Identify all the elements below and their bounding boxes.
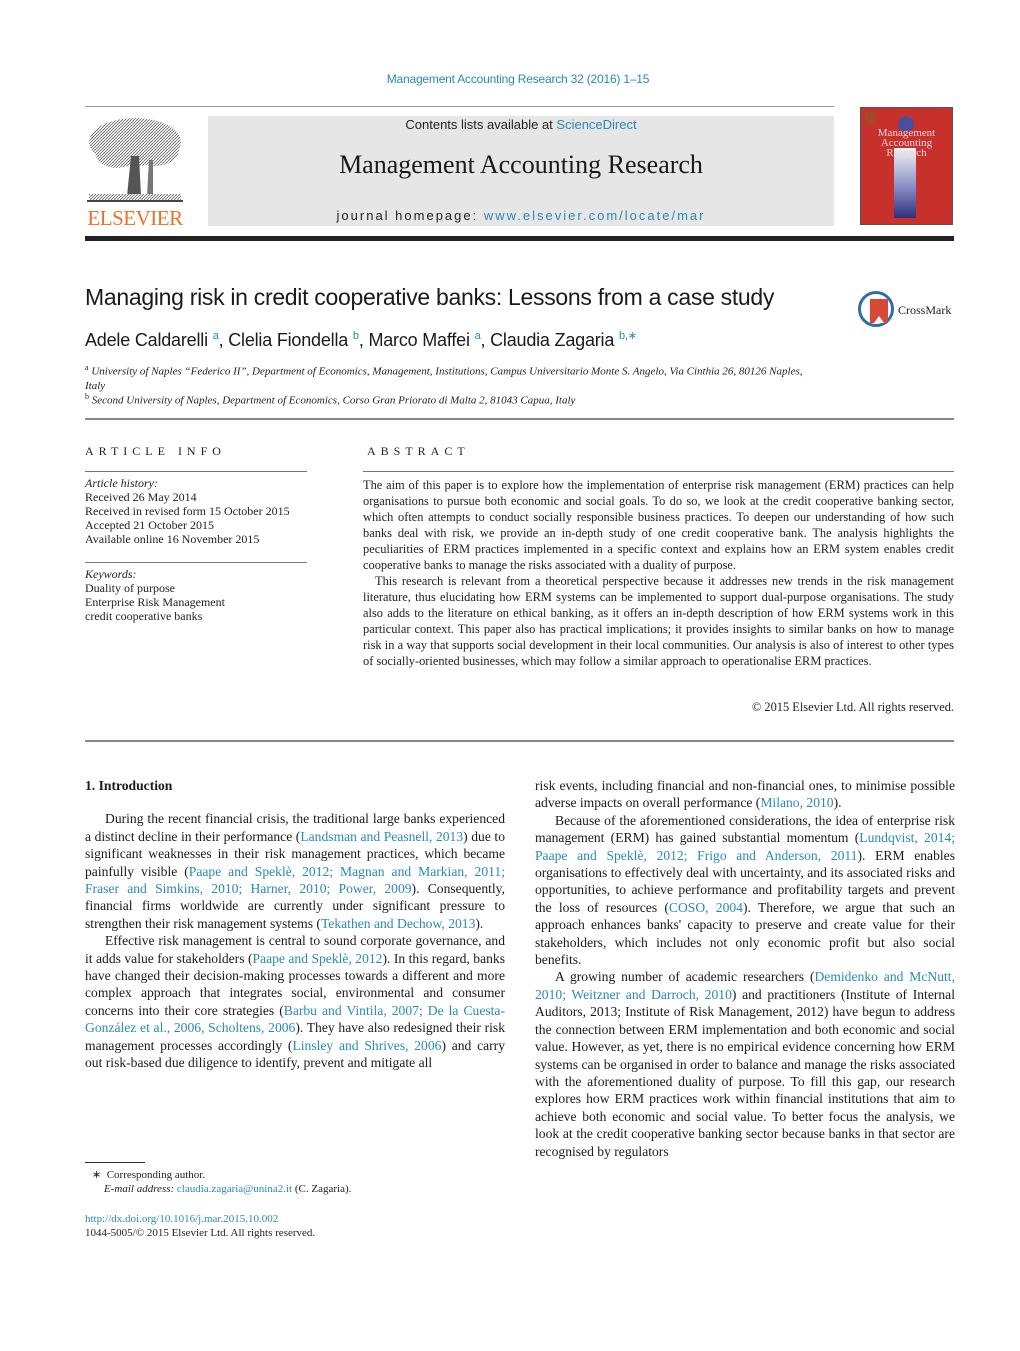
article-info-rule: [85, 471, 307, 472]
section-heading: 1. Introduction: [85, 778, 173, 793]
affiliation-marker[interactable]: b: [353, 330, 359, 342]
journal-masthead: Contents lists available at ScienceDirec…: [208, 116, 834, 226]
crossmark-label: CrossMark: [898, 303, 952, 317]
history-label: Article history:: [85, 476, 158, 490]
citation-link[interactable]: Paape and Speklè, 2012: [252, 951, 382, 966]
cover-title: Management Accounting Research: [861, 128, 952, 159]
footnote-rule: [85, 1162, 145, 1163]
affiliation-text: Second University of Naples, Department …: [91, 394, 576, 407]
email-label: E-mail address:: [104, 1183, 177, 1195]
crossmark-icon: [858, 291, 894, 327]
keywords: Keywords: Duality of purpose Enterprise …: [85, 567, 315, 623]
citation-link[interactable]: Tekathen and Dechow, 2013: [321, 916, 475, 931]
body-paragraph: risk events, including financial and non…: [535, 777, 955, 812]
abstract-copyright: © 2015 Elsevier Ltd. All rights reserved…: [751, 700, 954, 714]
elsevier-wordmark: ELSEVIER: [87, 206, 183, 230]
corresponding-label: Corresponding author.: [106, 1169, 206, 1181]
citation-link[interactable]: COSO, 2004: [669, 900, 743, 915]
cover-title-line: Research: [886, 147, 927, 159]
journal-title: Management Accounting Research: [339, 150, 703, 179]
crossmark-notch: [874, 316, 884, 323]
author[interactable]: Adele Caldarelli a: [85, 330, 219, 350]
citation-link[interactable]: Linsley and Shrives, 2006: [292, 1038, 441, 1053]
affiliation: a University of Naples “Federico II”, De…: [85, 361, 825, 393]
history-item: Received 26 May 2014: [85, 490, 197, 504]
article-info-heading: ARTICLE INFO: [85, 444, 226, 458]
author-name: Clelia Fiondella: [228, 330, 349, 350]
keywords-label: Keywords:: [85, 567, 137, 581]
corresponding-author-footnote: ∗ Corresponding author. E-mail address: …: [92, 1168, 351, 1196]
body-rule: [85, 740, 954, 742]
journal-reference[interactable]: Management Accounting Research 32 (2016)…: [0, 72, 1020, 86]
header-rule: [85, 106, 834, 107]
homepage-prefix: journal homepage:: [336, 208, 484, 223]
cover-elsevier-mark: [865, 112, 875, 124]
issn-copyright: 1044-5005/© 2015 Elsevier Ltd. All right…: [85, 1227, 316, 1239]
affiliation-marker[interactable]: b,∗: [619, 330, 637, 342]
footnote-marker: ∗: [92, 1169, 102, 1181]
author[interactable]: Clelia Fiondella b: [228, 330, 359, 350]
body-paragraph: Because of the aforementioned considerat…: [535, 812, 955, 969]
body-paragraph: Effective risk management is central to …: [85, 932, 505, 1071]
affiliation-marker[interactable]: a: [475, 330, 481, 342]
homepage-link[interactable]: www.elsevier.com/locate/mar: [484, 208, 706, 223]
contents-prefix: Contents lists available at: [405, 117, 557, 132]
doi-link[interactable]: http://dx.doi.org/10.1016/j.mar.2015.10.…: [85, 1213, 278, 1225]
keyword: Duality of purpose: [85, 581, 175, 595]
abstract-paragraph: The aim of this paper is to explore how …: [363, 478, 954, 572]
author[interactable]: Marco Maffei a: [368, 330, 480, 350]
author-name: Claudia Zagaria: [490, 330, 615, 350]
history-item: Received in revised form 15 October 2015: [85, 504, 290, 518]
left-paragraphs: During the recent financial crisis, the …: [85, 810, 505, 1071]
crossmark-badge[interactable]: CrossMark: [858, 291, 958, 331]
elsevier-tree-icon: [87, 118, 183, 202]
affiliation-label: a: [85, 363, 89, 372]
email-suffix: (C. Zagaria).: [292, 1183, 352, 1195]
affiliation-marker[interactable]: a: [213, 330, 219, 342]
keywords-rule: [85, 562, 307, 563]
contents-line: Contents lists available at ScienceDirec…: [208, 117, 834, 132]
history-item: Accepted 21 October 2015: [85, 518, 214, 532]
journal-cover-thumbnail[interactable]: Management Accounting Research: [860, 107, 953, 225]
citation-link[interactable]: Milano, 2010: [760, 795, 833, 810]
email-link[interactable]: claudia.zagaria@unina2.it: [177, 1183, 292, 1195]
keyword: credit cooperative banks: [85, 609, 203, 623]
journal-homepage: journal homepage: www.elsevier.com/locat…: [208, 208, 834, 223]
article-title: Managing risk in credit cooperative bank…: [85, 284, 775, 310]
sciencedirect-link[interactable]: ScienceDirect: [556, 117, 636, 132]
article-history: Article history: Received 26 May 2014 Re…: [85, 476, 315, 546]
doi-block: http://dx.doi.org/10.1016/j.mar.2015.10.…: [85, 1212, 315, 1240]
paragraph-text: A growing number of academic researchers…: [555, 969, 815, 985]
abstract-heading: ABSTRACT: [367, 444, 470, 458]
abstract-rule: [363, 471, 954, 472]
masthead-thick-rule: [85, 236, 954, 241]
affiliation-label: b: [85, 392, 89, 401]
paragraph-text: ).: [475, 915, 484, 931]
keyword: Enterprise Risk Management: [85, 595, 225, 609]
affiliation-text: University of Naples “Federico II”, Depa…: [85, 365, 803, 392]
paragraph-text: ) and practitioners (Institute of Intern…: [535, 986, 955, 1159]
paragraph-text: risk events, including financial and non…: [535, 778, 955, 811]
history-item: Available online 16 November 2015: [85, 532, 260, 546]
affiliation: b Second University of Naples, Departmen…: [85, 390, 825, 408]
paragraph-text: ).: [833, 795, 842, 811]
right-paragraphs: risk events, including financial and non…: [535, 777, 955, 1160]
author-list: Adele Caldarelli a, Clelia Fiondella b, …: [85, 330, 637, 350]
body-paragraph: A growing number of academic researchers…: [535, 968, 955, 1159]
section-rule: [85, 418, 954, 420]
body-column-left: 1. Introduction During the recent financ…: [85, 777, 505, 1072]
citation-link[interactable]: Landsman and Peasnell, 2013: [300, 829, 463, 844]
elsevier-logo[interactable]: ELSEVIER: [85, 116, 185, 230]
author-name: Marco Maffei: [368, 330, 470, 350]
author-name: Adele Caldarelli: [85, 330, 208, 350]
abstract-paragraph: This research is relevant from a theoret…: [363, 574, 954, 668]
body-column-right: risk events, including financial and non…: [535, 777, 955, 1160]
abstract-body: The aim of this paper is to explore how …: [363, 477, 954, 669]
author[interactable]: Claudia Zagaria b,∗: [490, 330, 637, 350]
body-paragraph: During the recent financial crisis, the …: [85, 810, 505, 932]
